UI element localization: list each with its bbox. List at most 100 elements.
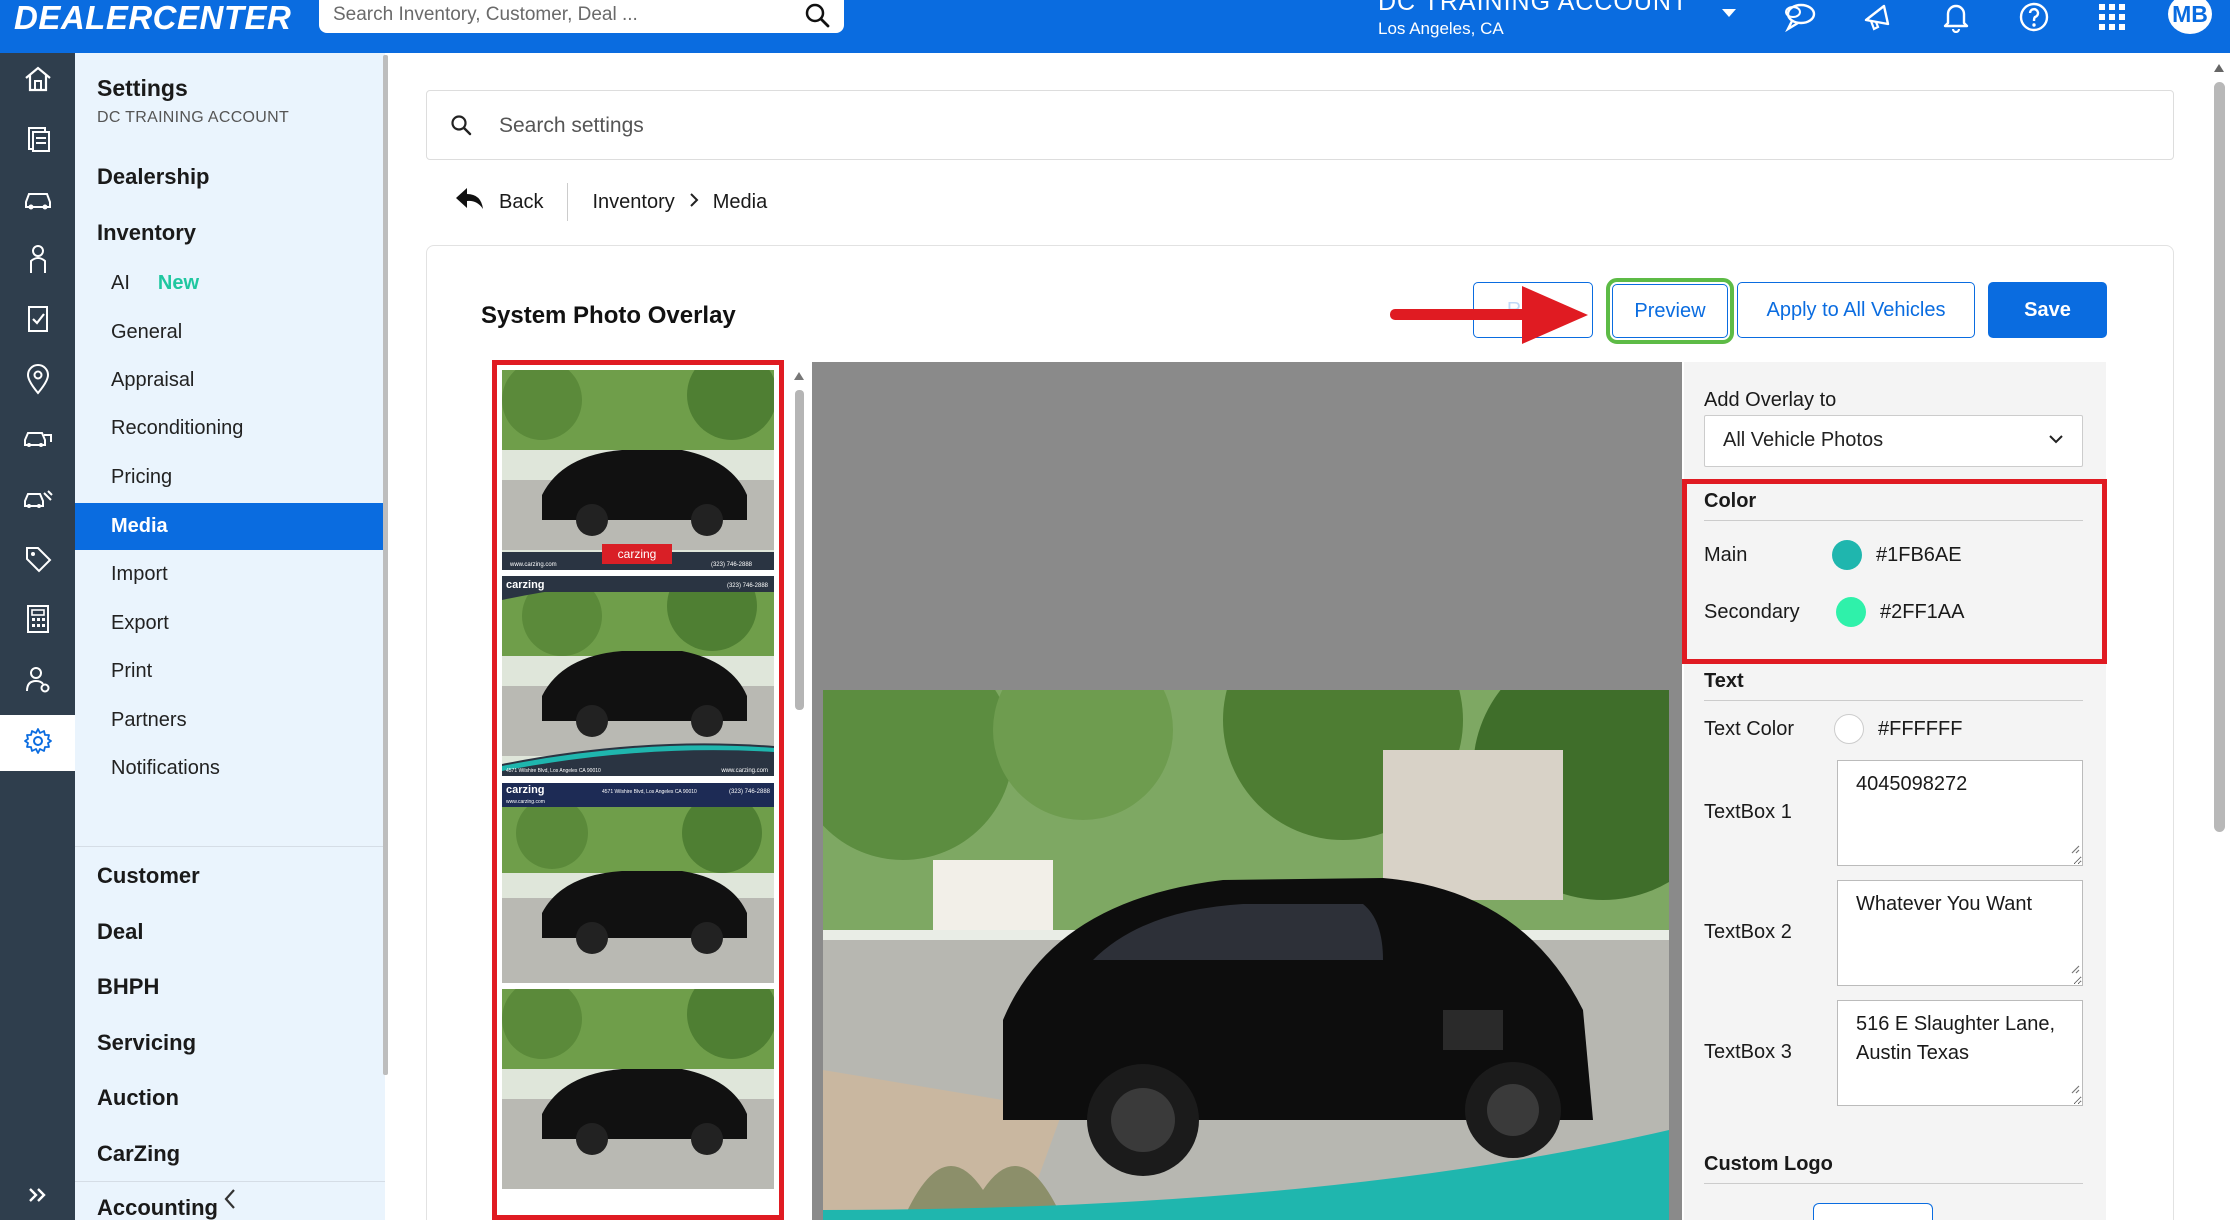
breadcrumb-current: Media	[712, 190, 768, 213]
apply-to-all-button[interactable]: Apply to All Vehicles	[1737, 282, 1975, 338]
rail-documents[interactable]	[0, 113, 75, 169]
rail-deals[interactable]	[0, 293, 75, 349]
rail-service[interactable]	[0, 473, 75, 529]
overlay-template-4[interactable]	[502, 989, 774, 1189]
global-search-input[interactable]	[333, 0, 773, 30]
rail-settings[interactable]	[0, 715, 75, 771]
secondary-color-label: Secondary	[1704, 601, 1800, 623]
scroll-up-arrow-icon[interactable]	[793, 368, 805, 386]
nav-item-appraisal[interactable]: Appraisal	[75, 357, 385, 404]
resize-grip-icon[interactable]	[2070, 1074, 2080, 1103]
rail-users[interactable]	[0, 653, 75, 709]
module-rail	[0, 53, 75, 1220]
rail-locations[interactable]	[0, 353, 75, 409]
textbox1-input[interactable]: 4045098272	[1837, 760, 2083, 866]
overlay-template-1[interactable]: carzing (323) 746-2888 www.carzing.com	[502, 370, 774, 570]
resize-grip-icon[interactable]	[2070, 834, 2080, 863]
account-switcher[interactable]: DC TRAINING ACCOUNT Los Angeles, CA	[1378, 0, 1688, 39]
nav-section-servicing[interactable]: Servicing	[75, 1019, 385, 1067]
nav-item-pricing[interactable]: Pricing	[75, 454, 385, 501]
nav-item-ai[interactable]: AI New	[75, 260, 385, 307]
thumb-contact: (323) 746-2888	[727, 583, 769, 589]
rail-home[interactable]	[0, 53, 75, 109]
breadcrumb-parent[interactable]: Inventory	[592, 191, 674, 214]
upload-logo-button[interactable]	[1813, 1203, 1933, 1220]
nav-section-carzing[interactable]: CarZing	[75, 1130, 385, 1178]
overlay-target-select[interactable]: All Vehicle Photos	[1704, 415, 2083, 467]
nav-scrollbar[interactable]	[383, 55, 388, 1075]
nav-item-import[interactable]: Import	[75, 551, 385, 598]
nav-section-inventory[interactable]: Inventory	[75, 209, 385, 257]
main-color-value[interactable]: #1FB6AE	[1876, 544, 1962, 567]
nav-item-notifications[interactable]: Notifications	[75, 745, 385, 792]
bell-icon[interactable]	[1936, 0, 1976, 34]
nav-section-bhph[interactable]: BHPH	[75, 963, 385, 1011]
page-scrollbar[interactable]	[2214, 82, 2225, 832]
textbox1-value: 4045098272	[1856, 773, 1968, 795]
search-icon[interactable]	[804, 2, 830, 33]
rail-inventory[interactable]	[0, 173, 75, 229]
text-color-value[interactable]: #FFFFFF	[1878, 718, 1962, 741]
back-arrow-icon	[455, 186, 485, 218]
settings-search-input[interactable]	[499, 109, 2099, 143]
overlay-target-label: Add Overlay to	[1704, 389, 1837, 411]
car-icon	[22, 186, 54, 217]
secondary-color-swatch[interactable]	[1836, 597, 1866, 627]
rail-customers[interactable]	[0, 233, 75, 289]
user-avatar[interactable]: MB	[2168, 0, 2212, 34]
resize-grip-icon[interactable]	[2070, 954, 2080, 983]
nav-section-deal[interactable]: Deal	[75, 908, 385, 956]
dealercenter-logo[interactable]: DEALERCENTER	[14, 0, 291, 40]
secondary-color-value[interactable]: #2FF1AA	[1880, 601, 1964, 624]
nav-divider	[75, 846, 385, 847]
custom-logo-divider	[1704, 1183, 2083, 1184]
textbox3-input[interactable]: 516 E Slaughter Lane, Austin Texas	[1837, 1000, 2083, 1106]
nav-item-reconditioning[interactable]: Reconditioning	[75, 405, 385, 452]
text-color-label: Text Color	[1704, 718, 1795, 740]
nav-item-general[interactable]: General	[75, 309, 385, 356]
back-button[interactable]: Back	[455, 186, 567, 218]
location-pin-icon	[25, 363, 51, 400]
apps-grid-icon[interactable]	[2092, 0, 2132, 34]
nav-section-auction[interactable]: Auction	[75, 1074, 385, 1122]
help-icon[interactable]	[2014, 0, 2054, 34]
megaphone-icon[interactable]	[1858, 0, 1898, 34]
overlay-template-3[interactable]: carzing www.carzing.com 4571 Wilshire Bl…	[502, 783, 774, 983]
overlay-template-2[interactable]: carzing (323) 746-2888 4571 Wilshire Blv…	[502, 576, 774, 776]
car-tag-icon	[22, 425, 54, 458]
rail-tags[interactable]	[0, 533, 75, 589]
text-color-swatch[interactable]	[1834, 714, 1864, 744]
back-label: Back	[499, 190, 544, 213]
preview-button[interactable]: Preview	[1606, 278, 1734, 344]
expand-rail-button[interactable]	[0, 1175, 75, 1220]
annotation-arrow	[1390, 282, 1590, 353]
nav-item-media[interactable]: Media	[75, 503, 385, 550]
main-color-label: Main	[1704, 544, 1748, 566]
thumb-web: www.carzing.com	[720, 768, 768, 774]
rail-accounting[interactable]	[0, 593, 75, 649]
textbox2-value: Whatever You Want	[1856, 893, 2033, 915]
chevron-down-icon[interactable]	[1720, 6, 1738, 25]
custom-logo-heading: Custom Logo	[1704, 1153, 1833, 1175]
nav-item-partners[interactable]: Partners	[75, 697, 385, 744]
chat-icon[interactable]	[1780, 0, 1820, 34]
save-button[interactable]: Save	[1988, 282, 2107, 338]
template-list-scrollbar[interactable]	[795, 390, 804, 710]
nav-section-customer[interactable]: Customer	[75, 852, 385, 900]
nav-item-export[interactable]: Export	[75, 600, 385, 647]
rail-car-pricing[interactable]	[0, 413, 75, 469]
textbox2-input[interactable]: Whatever You Want	[1837, 880, 2083, 986]
main-color-swatch[interactable]	[1832, 540, 1862, 570]
vehicle-preview-photo	[823, 690, 1669, 1220]
nav-item-print[interactable]: Print	[75, 648, 385, 695]
account-name: DC TRAINING ACCOUNT	[1378, 0, 1689, 16]
scroll-up-arrow-icon[interactable]	[2213, 60, 2225, 78]
settings-search	[426, 90, 2174, 160]
thumb-brand: carzing	[618, 547, 657, 561]
color-divider	[1704, 520, 2083, 521]
top-bar: DEALERCENTER DC TRAINING ACCOUNT Los Ang…	[0, 0, 2230, 53]
nav-section-dealership[interactable]: Dealership	[75, 153, 385, 201]
price-tag-icon	[23, 544, 53, 579]
page-title: System Photo Overlay	[481, 302, 736, 329]
collapse-nav-button[interactable]	[75, 1181, 385, 1220]
